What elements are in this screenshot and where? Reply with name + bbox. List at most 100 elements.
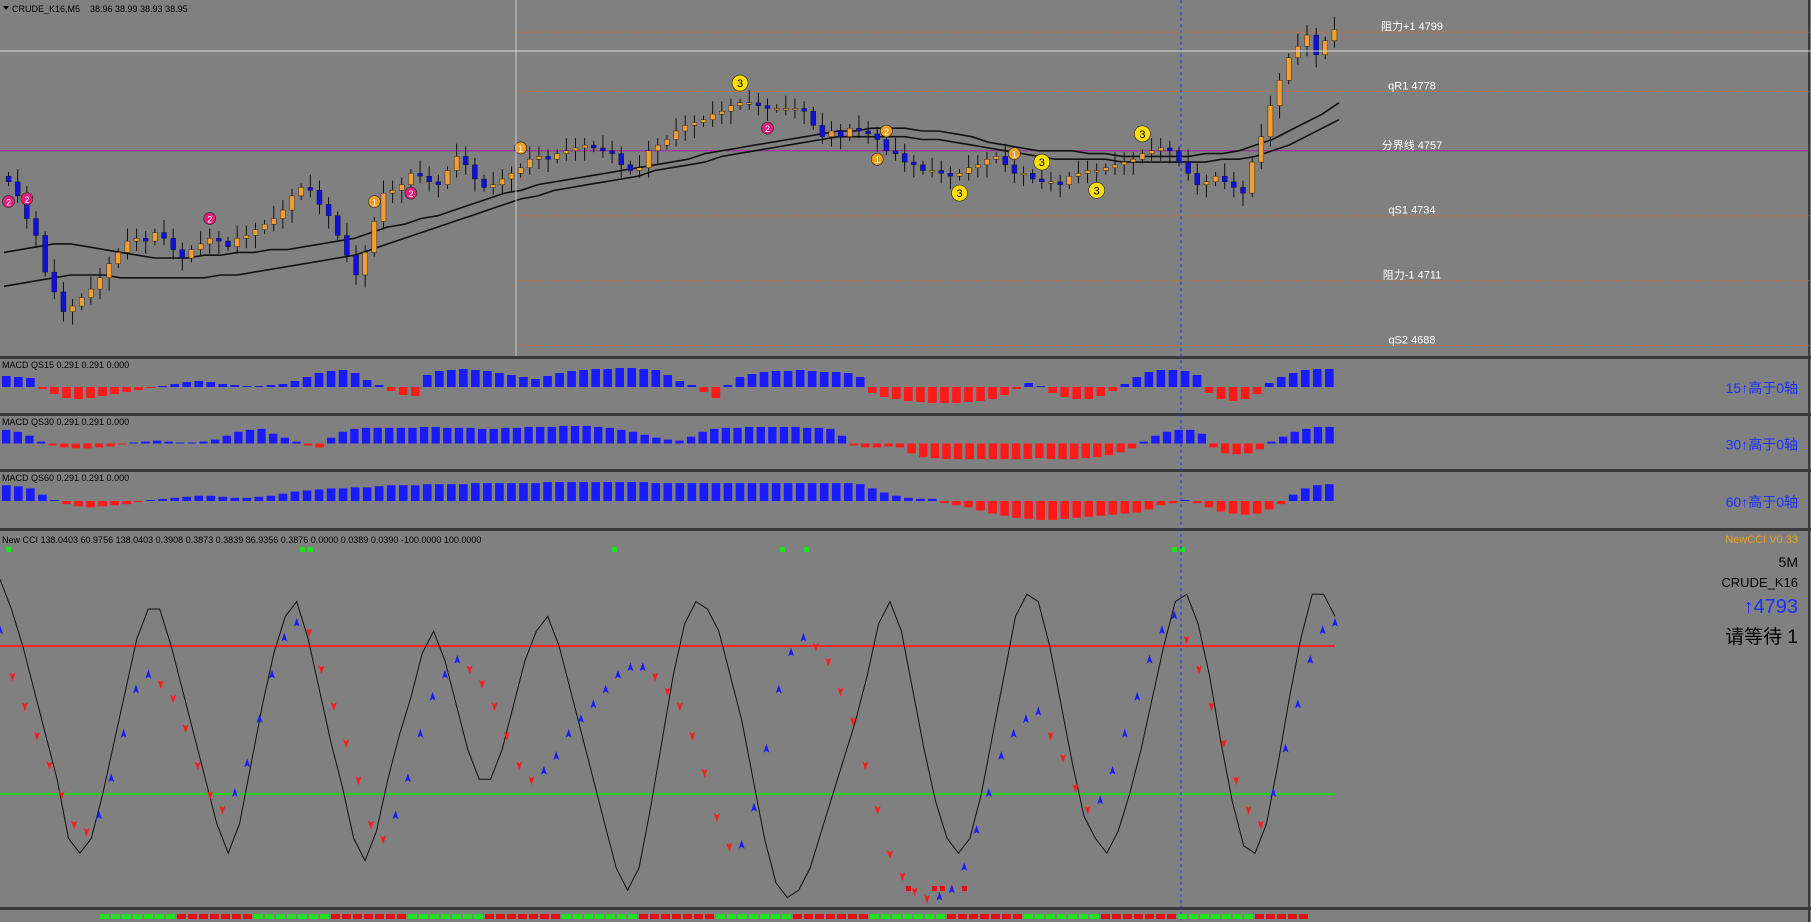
macd-bar — [222, 435, 231, 444]
strip-segment — [815, 914, 824, 919]
macd-bar — [771, 483, 781, 501]
strip-segment — [540, 914, 549, 919]
macd-bar — [1209, 443, 1218, 448]
macd-bar — [879, 492, 889, 501]
macd-bar — [483, 483, 492, 501]
macd-bar — [48, 443, 57, 446]
candle-bull — [152, 232, 158, 242]
macd-bar — [122, 387, 131, 392]
strip-segment — [1112, 914, 1121, 919]
macd-bar — [1168, 501, 1178, 504]
strip-segment — [595, 914, 604, 919]
macd-bar — [1264, 383, 1274, 387]
macd-bar — [524, 426, 533, 444]
strip-segment — [1090, 914, 1099, 919]
macd-bar — [615, 482, 625, 501]
macd-trend-label: 60↑高于0轴 — [1726, 494, 1798, 510]
panel-separator[interactable] — [0, 469, 1811, 472]
candle-bear — [764, 105, 771, 109]
strip-segment — [309, 914, 318, 919]
macd-bar — [1104, 443, 1114, 456]
candle-bear — [627, 164, 634, 171]
macd-bar — [495, 373, 504, 387]
level-label: qR1 4778 — [1388, 81, 1436, 93]
strip-segment — [287, 914, 296, 919]
strip-segment — [617, 914, 626, 919]
macd-bar — [170, 497, 180, 501]
macd-bar — [988, 501, 997, 514]
cci-price-label: ↑4793 — [1744, 596, 1799, 618]
wave-marker-label: 3 — [737, 78, 743, 90]
candle-bull — [746, 102, 752, 105]
strip-segment — [386, 914, 395, 919]
macd-bar — [519, 483, 528, 501]
macd-bar — [1186, 429, 1195, 444]
macd-bar — [952, 387, 961, 403]
macd-bar — [1228, 387, 1238, 401]
candle-bull — [1066, 175, 1072, 185]
macd-bar — [639, 369, 649, 387]
macd-bar — [976, 387, 985, 401]
panel-separator[interactable] — [0, 528, 1811, 531]
candle-bull — [773, 108, 780, 111]
macd-bar — [1288, 373, 1298, 387]
candle-bull — [261, 223, 268, 231]
macd-bar — [1216, 387, 1226, 399]
macd-bar — [698, 431, 707, 444]
macd-bar — [930, 443, 940, 459]
macd-bar — [326, 488, 336, 501]
macd-bar — [314, 489, 324, 501]
macd-bar — [779, 426, 789, 444]
macd-bar — [447, 370, 456, 387]
level-label: 分界线 4757 — [1382, 138, 1443, 152]
macd-bar — [1197, 433, 1207, 444]
macd-bar — [13, 431, 22, 444]
candle-bull — [709, 113, 716, 120]
candle-bear — [600, 147, 606, 151]
panel-separator[interactable] — [0, 907, 1811, 910]
candle-bear — [837, 130, 844, 137]
macd-bar — [1072, 387, 1082, 399]
macd-bar — [855, 377, 865, 387]
macd-bar — [152, 440, 162, 444]
cci-signal-dot — [804, 547, 809, 552]
macd-bar — [1024, 383, 1033, 387]
panel-separator[interactable] — [0, 356, 1811, 359]
macd-bar — [254, 496, 264, 501]
macd-bar — [2, 485, 11, 501]
candle-bull — [252, 229, 259, 236]
candle-bull — [1267, 105, 1274, 137]
macd-bar — [1058, 443, 1067, 460]
macd-bar — [617, 429, 626, 444]
macd-bar — [146, 499, 155, 501]
macd-bar — [1139, 441, 1149, 444]
candle-bear — [1002, 156, 1008, 166]
candle-bear — [755, 102, 762, 106]
candle-bear — [42, 235, 48, 273]
strip-segment — [606, 914, 615, 919]
macd-bar — [385, 427, 394, 444]
macd-bar — [1081, 443, 1090, 459]
macd-bar — [861, 443, 870, 448]
candle-bear — [143, 238, 149, 242]
macd-bar — [904, 497, 913, 501]
candle-bull — [554, 153, 560, 160]
strip-segment — [1046, 914, 1055, 919]
chart-symbol-label: CRUDE_K16,M5 — [12, 4, 80, 14]
panel-separator[interactable] — [0, 413, 1811, 416]
macd-bar — [1070, 443, 1079, 460]
macd-bar — [338, 488, 348, 501]
macd-bar — [278, 384, 288, 387]
macd-bar — [422, 375, 432, 387]
candle-bear — [161, 232, 167, 239]
strip-segment — [1101, 914, 1110, 919]
strip-segment — [111, 914, 120, 919]
macd-trend-label: 15↑高于0轴 — [1726, 380, 1798, 396]
macd-bar — [164, 441, 173, 444]
strip-segment — [265, 914, 274, 919]
candle-bear — [874, 133, 880, 140]
macd-bar — [361, 427, 371, 444]
strip-segment — [232, 914, 241, 919]
level-label: qS2 4688 — [1388, 335, 1435, 347]
macd-bar — [884, 443, 893, 447]
